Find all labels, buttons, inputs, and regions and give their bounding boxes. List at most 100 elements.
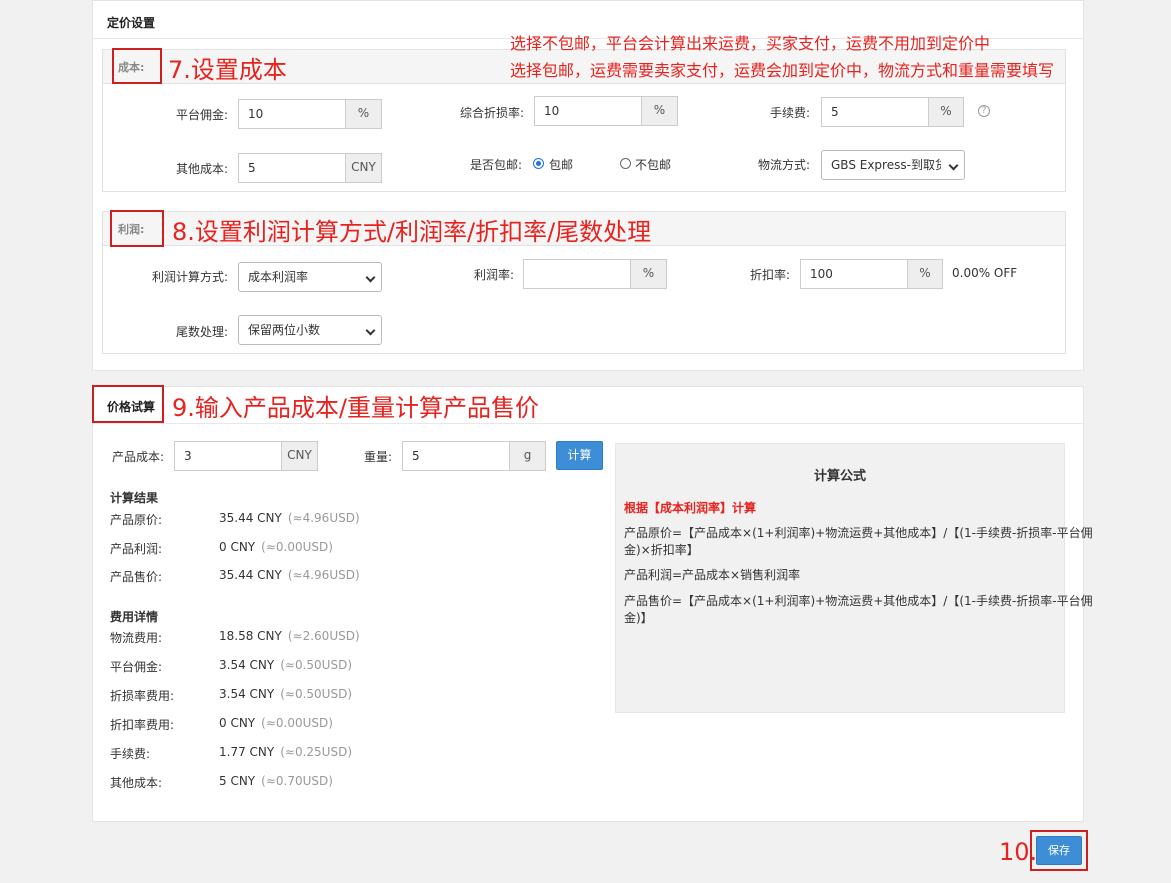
loss-rate-label: 综合折损率: [459, 106, 524, 120]
annotation-box-trial [92, 385, 164, 423]
row-value: 0 CNY (≈0.00USD) [219, 716, 333, 730]
pricing-settings-title: 定价设置 [107, 16, 156, 30]
row-label: 产品原价: [110, 513, 163, 527]
formula-basis: 根据【成本利润率】计算 [624, 501, 757, 515]
profit-rate-input[interactable] [523, 259, 631, 289]
row-value: 5 CNY (≈0.70USD) [219, 774, 333, 788]
profit-rate-unit: % [630, 259, 667, 289]
row-value: 1.77 CNY (≈0.25USD) [219, 745, 352, 759]
platform-fee-input[interactable]: 10 [238, 99, 346, 129]
formula-line3b: 金)】 [624, 611, 653, 625]
row-label: 物流费用: [110, 631, 163, 645]
row-label: 折损率费用: [110, 689, 175, 703]
weight-unit: g [509, 441, 546, 471]
row-label: 其他成本: [110, 776, 163, 790]
free-shipping-no-radio[interactable] [620, 158, 631, 169]
cny-value: 35.44 CNY [219, 568, 282, 582]
product-cost-unit: CNY [281, 441, 318, 471]
cny-value: 0 CNY [219, 716, 256, 730]
usd-value: (≈0.00USD) [261, 539, 333, 554]
platform-fee-label: 平台佣金: [175, 108, 228, 122]
rounding-value: 保留两位小数 [248, 323, 321, 337]
discount-input[interactable]: 100 [800, 259, 908, 289]
chevron-down-icon [948, 160, 959, 171]
annotation-note2: 选择包邮，运费需要卖家支付，运费会加到定价中，物流方式和重量需要填写 [510, 61, 1055, 80]
rounding-select[interactable]: 保留两位小数 [238, 315, 382, 345]
row-label: 平台佣金: [110, 660, 163, 674]
divider [93, 423, 1083, 424]
usd-value: (≈4.96USD) [287, 511, 360, 525]
annotation-box-profit [110, 210, 164, 247]
calc-method-select[interactable]: 成本利润率 [238, 262, 382, 292]
row-value: 18.58 CNY (≈2.60USD) [219, 629, 360, 643]
weight-input[interactable]: 5 [402, 441, 510, 471]
annotation-note1: 选择不包邮，平台会计算出来运费，买家支付，运费不用加到定价中 [510, 34, 991, 53]
discount-label: 折扣率: [749, 268, 790, 282]
free-shipping-no-label[interactable]: 不包邮 [635, 156, 671, 173]
row-value: 3.54 CNY (≈0.50USD) [219, 658, 352, 672]
row-value: 0 CNY (≈0.00USD) [219, 540, 333, 554]
formula-box: 计算公式 根据【成本利润率】计算 产品原价=【产品成本×(1+利润率)+物流运费… [615, 443, 1093, 713]
help-icon[interactable]: ? [978, 105, 990, 117]
logistics-select-value: GBS Express-到取货 [831, 158, 941, 172]
annotation-step9: 9.输入产品成本/重量计算产品售价 [172, 394, 539, 422]
weight-label: 重量: [363, 450, 392, 464]
fees-title: 费用详情 [110, 610, 159, 624]
annotation-box-cost [112, 48, 162, 84]
calc-method-value: 成本利润率 [248, 270, 309, 284]
usd-value: (≈0.00USD) [261, 716, 333, 730]
product-cost-input[interactable]: 3 [174, 441, 282, 471]
cny-value: 3.54 CNY [219, 658, 275, 672]
handling-fee-label: 手续费: [769, 106, 810, 120]
row-value: 35.44 CNY (≈4.96USD) [219, 511, 360, 525]
row-value: 3.54 CNY (≈0.50USD) [219, 687, 352, 701]
logistics-select[interactable]: GBS Express-到取货 [821, 150, 965, 180]
loss-rate-unit: % [641, 96, 678, 126]
usd-value: (≈0.25USD) [280, 745, 352, 759]
handling-fee-unit: % [928, 97, 964, 127]
free-shipping-label: 是否包邮: [469, 158, 522, 172]
profit-rate-label: 利润率: [473, 268, 514, 282]
usd-value: (≈0.70USD) [261, 774, 333, 788]
chevron-down-icon [365, 272, 376, 283]
formula-line1b: 金)×折扣率】 [624, 543, 699, 557]
product-cost-label: 产品成本: [111, 450, 164, 464]
usd-value: (≈2.60USD) [287, 629, 360, 643]
rounding-label: 尾数处理: [175, 325, 228, 339]
loss-rate-input[interactable]: 10 [534, 96, 642, 126]
discount-off-text: 0.00% OFF [952, 266, 1018, 280]
cny-value: 3.54 CNY [219, 687, 275, 701]
results-title: 计算结果 [110, 491, 159, 505]
handling-fee-input[interactable]: 5 [821, 97, 929, 127]
cny-value: 5 CNY [219, 774, 256, 788]
formula-title: 计算公式 [813, 469, 866, 484]
save-button[interactable]: 保存 [1036, 836, 1082, 865]
chevron-down-icon [365, 325, 376, 336]
calc-method-label: 利润计算方式: [151, 270, 228, 284]
row-label: 手续费: [110, 747, 151, 761]
calculate-button[interactable]: 计算 [556, 441, 603, 470]
row-label: 产品利润: [110, 541, 163, 556]
free-shipping-yes-radio[interactable] [533, 158, 544, 169]
platform-fee-unit: % [345, 99, 382, 129]
row-label: 折扣率费用: [110, 718, 175, 732]
usd-value: (≈0.50USD) [280, 687, 352, 701]
cny-value: 0 CNY [219, 539, 256, 554]
row-value: 35.44 CNY (≈4.96USD) [219, 568, 360, 582]
row-label: 产品售价: [110, 570, 163, 584]
cny-value: 1.77 CNY [219, 745, 275, 759]
logistics-label: 物流方式: [757, 158, 810, 172]
formula-line2: 产品利润=产品成本×销售利润率 [624, 568, 801, 582]
annotation-step7: 7.设置成本 [168, 56, 287, 84]
usd-value: (≈0.50USD) [280, 658, 352, 672]
other-cost-unit: CNY [345, 153, 382, 183]
formula-line1a: 产品原价=【产品成本×(1+利润率)+物流运费+其他成本】/【(1-手续费-折损… [624, 526, 1093, 540]
discount-unit: % [907, 259, 943, 289]
formula-line3a: 产品售价=【产品成本×(1+利润率)+物流运费+其他成本】/【(1-手续费-折损… [624, 594, 1093, 608]
other-cost-label: 其他成本: [175, 162, 228, 176]
annotation-step8: 8.设置利润计算方式/利润率/折扣率/尾数处理 [172, 218, 652, 246]
free-shipping-yes-label[interactable]: 包邮 [549, 156, 573, 173]
cny-value: 35.44 CNY [219, 511, 282, 525]
other-cost-input[interactable]: 5 [238, 153, 346, 183]
cny-value: 18.58 CNY [219, 629, 282, 643]
